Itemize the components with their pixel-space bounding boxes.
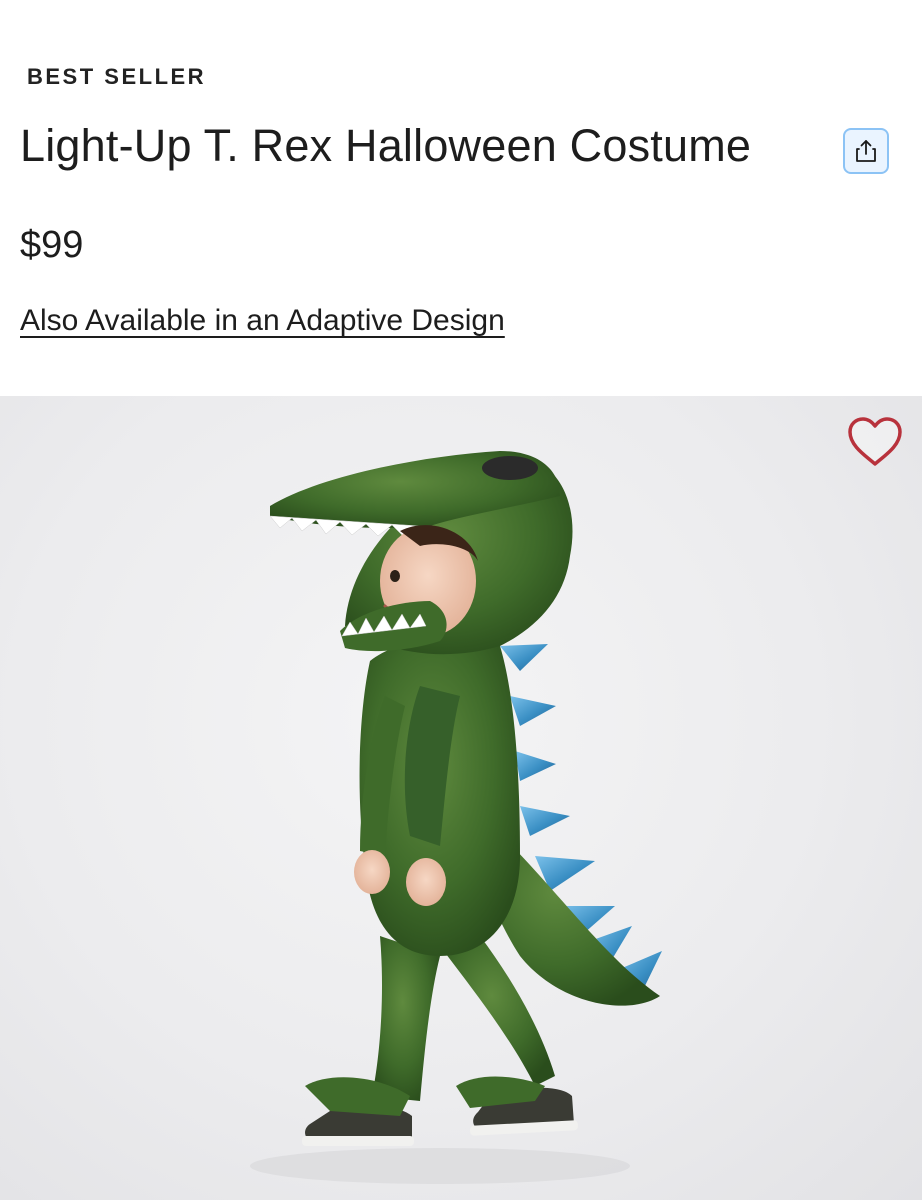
best-seller-badge: BEST SELLER	[27, 64, 207, 89]
product-photo-illustration	[250, 451, 662, 1184]
product-image[interactable]	[0, 396, 922, 1200]
heart-icon	[848, 417, 902, 466]
product-title: Light-Up T. Rex Halloween Costume	[20, 120, 752, 171]
product-header: BEST SELLER Light-Up T. Rex Halloween Co…	[0, 0, 922, 396]
product-price: $99	[20, 224, 84, 266]
share-icon	[856, 140, 876, 162]
adaptive-design-link[interactable]: Also Available in an Adaptive Design	[20, 304, 505, 338]
share-button[interactable]	[843, 128, 889, 174]
favorite-button[interactable]	[845, 414, 905, 470]
